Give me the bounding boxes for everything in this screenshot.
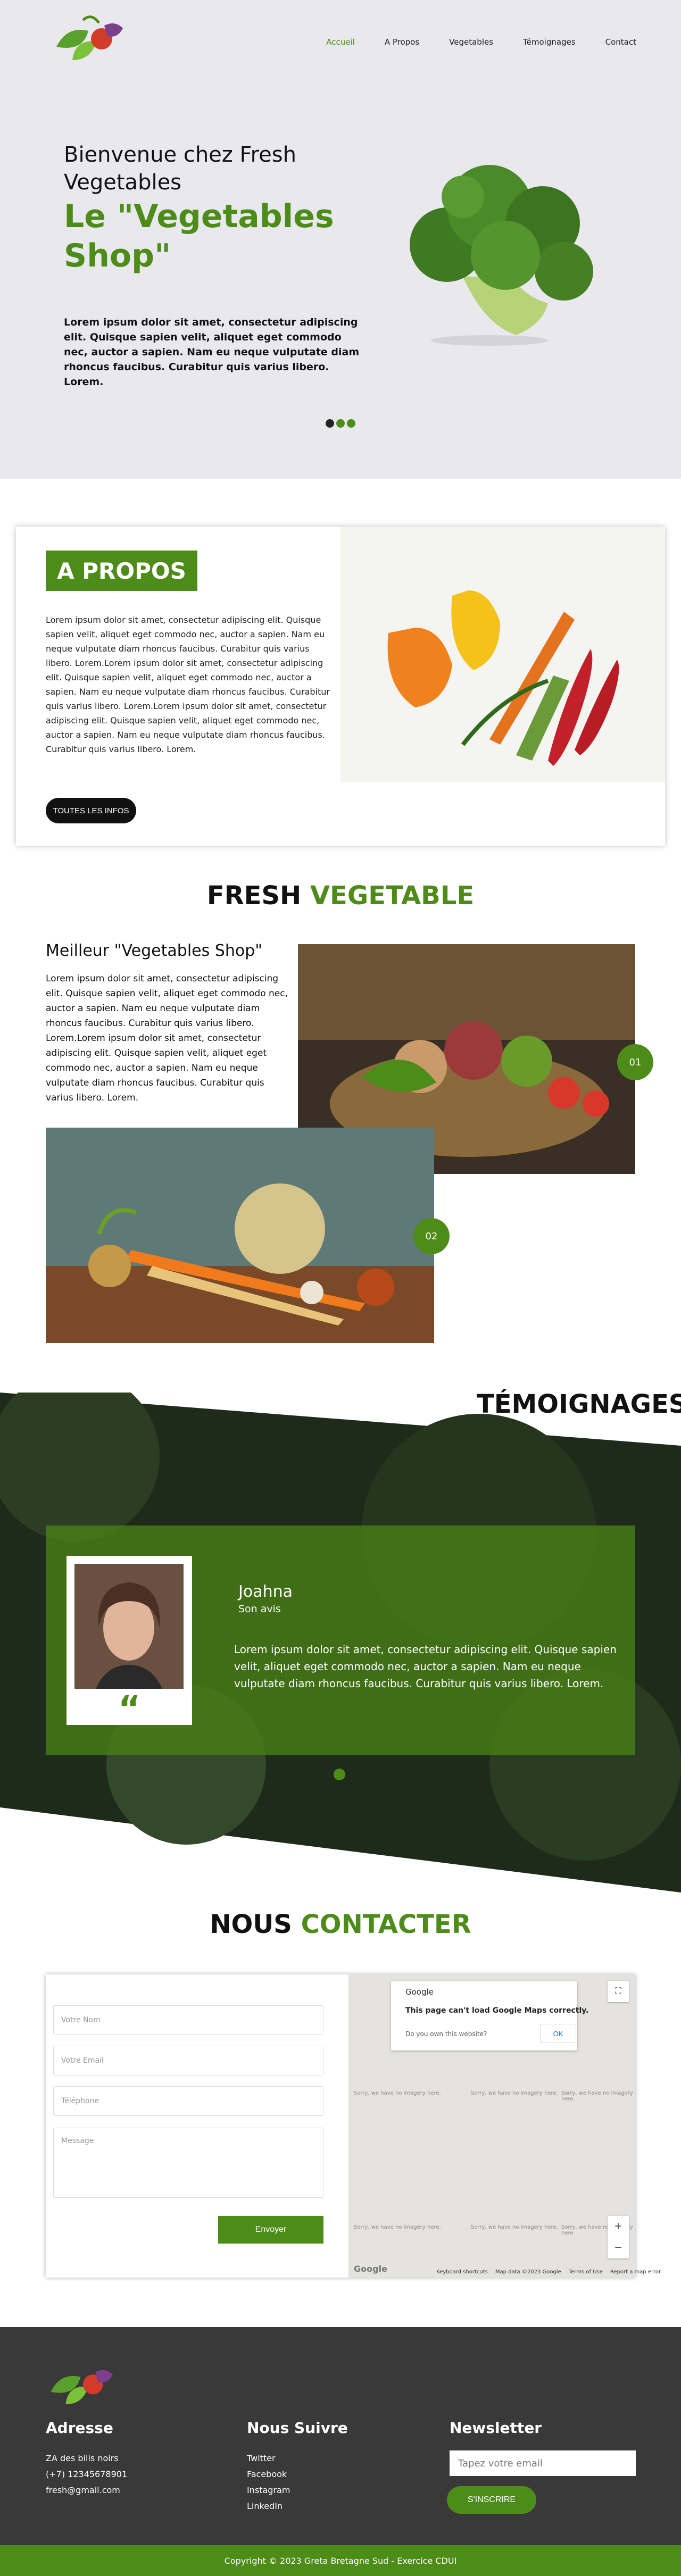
map-no-imagery: Sorry, we have no imagery here. [471, 2090, 558, 2096]
testimonial-role: Son avis [238, 1603, 281, 1615]
contact-title-green: CONTACTER [301, 1910, 471, 1939]
footer-logo-icon[interactable] [46, 2356, 120, 2410]
avatar [74, 1564, 184, 1689]
about-title: A PROPOS [46, 551, 197, 591]
send-button[interactable]: Envoyer [218, 2216, 323, 2244]
slider-dots [326, 419, 355, 428]
nav-contact[interactable]: Contact [605, 37, 636, 47]
map-no-imagery: Sorry, we have no imagery here. [354, 2090, 441, 2096]
nav-accueil[interactable]: Accueil [326, 37, 355, 47]
instagram-link[interactable]: Instagram [247, 2482, 290, 2498]
testimonial-name: Joahna [238, 1582, 293, 1601]
map-no-imagery: Sorry, we have no imagery here. [561, 2090, 633, 2102]
map-footer-link[interactable]: Keyboard shortcuts [436, 2269, 488, 2275]
linkedin-link[interactable]: LinkedIn [247, 2498, 290, 2514]
facebook-link[interactable]: Facebook [247, 2466, 290, 2482]
hero-welcome: Bienvenue chez Fresh Vegetables [64, 143, 296, 195]
fresh-subtitle: Meilleur "Vegetables Shop" [46, 941, 263, 960]
step-badge-02: 02 [413, 1218, 450, 1254]
map-error-text: This page can't load Google Maps correct… [405, 2006, 589, 2015]
social-links: Twitter Facebook Instagram LinkedIn [247, 2450, 290, 2514]
map-no-imagery: Sorry, we have no imagery here. [471, 2224, 558, 2230]
newsletter-title: Newsletter [450, 2419, 542, 2437]
slider-dot[interactable] [336, 419, 345, 428]
fresh-title-dark: FRESH [206, 881, 302, 911]
phone-line: (+7) 12345678901 [46, 2469, 128, 2479]
slider-dot[interactable] [326, 419, 334, 428]
fresh-title: FRESH VEGETABLE [0, 881, 681, 911]
map-footer-link[interactable]: Report a map error [610, 2269, 661, 2275]
address-line: ZA des bilis noirs [46, 2453, 119, 2463]
zoom-in-button[interactable]: + [608, 2216, 629, 2237]
testimonials-title: TÉMOIGNAGES [477, 1389, 681, 1419]
testimonial-text: Lorem ipsum dolor sit amet, consectetur … [234, 1643, 617, 1690]
contact-title-dark: NOUS [210, 1910, 292, 1939]
contact-title: NOUS CONTACTER [0, 1910, 681, 1939]
nav-temoignages[interactable]: Témoignages [523, 37, 576, 47]
fullscreen-icon[interactable]: ⛶ [608, 1981, 629, 2002]
logo-icon[interactable] [51, 10, 131, 65]
hero-text: Lorem ipsum dolor sit amet, consectetur … [64, 316, 360, 388]
nav-a-propos[interactable]: A Propos [385, 37, 419, 47]
about-text: Lorem ipsum dolor sit amet, consectetur … [46, 615, 330, 754]
address-title: Adresse [46, 2419, 113, 2437]
map-zoom-controls: + − [608, 2216, 629, 2258]
subscribe-button[interactable]: S'INSCRIRE [447, 2486, 536, 2514]
map-ok-button[interactable]: OK [540, 2024, 576, 2043]
map-footer-link: Map data ©2023 Google [495, 2269, 561, 2275]
follow-title: Nous Suivre [247, 2419, 348, 2437]
main-nav: Accueil A Propos Vegetables Témoignages … [326, 37, 636, 47]
all-info-button[interactable]: TOUTES LES INFOS [46, 798, 136, 823]
step-badge-01: 01 [617, 1044, 653, 1080]
fresh-title-green: VEGETABLE [310, 881, 475, 911]
map-no-imagery: Sorry, we have no imagery here. [354, 2224, 441, 2230]
map-footer-link[interactable]: Terms of Use [569, 2269, 603, 2275]
hero-title: Le "Vegetables Shop" [64, 198, 334, 274]
newsletter-email-input[interactable]: Tapez votre email [450, 2450, 636, 2476]
vegetables-image [340, 527, 665, 782]
email-line[interactable]: fresh@gmail.com [46, 2482, 127, 2498]
nav-vegetables[interactable]: Vegetables [449, 37, 493, 47]
address-lines: ZA des bilis noirs (+7) 12345678901 fres… [46, 2450, 127, 2498]
name-field[interactable]: Votre Nom [53, 2005, 323, 2035]
copyright: Copyright © 2023 Greta Bretagne Sud - Ex… [0, 2545, 681, 2576]
testimonial-dot[interactable] [334, 1769, 345, 1780]
fresh-text: Lorem ipsum dolor sit amet, consectetur … [46, 973, 288, 1103]
root-vegetables-image [46, 1128, 434, 1343]
quote-icon: “ [118, 1689, 141, 1729]
phone-field[interactable]: Téléphone [53, 2086, 323, 2116]
zoom-out-button[interactable]: − [608, 2237, 629, 2258]
map-question: Do you own this website? [405, 2030, 487, 2038]
google-logo: Google [354, 2264, 387, 2274]
email-field[interactable]: Votre Email [53, 2046, 323, 2075]
map-dialog-google: Google [405, 1987, 434, 1997]
map-footer: Keyboard shortcuts Map data ©2023 Google… [436, 2269, 661, 2275]
broccoli-image [410, 165, 593, 346]
slider-dot[interactable] [347, 419, 355, 428]
twitter-link[interactable]: Twitter [247, 2450, 290, 2466]
message-field[interactable]: Message [53, 2128, 323, 2198]
